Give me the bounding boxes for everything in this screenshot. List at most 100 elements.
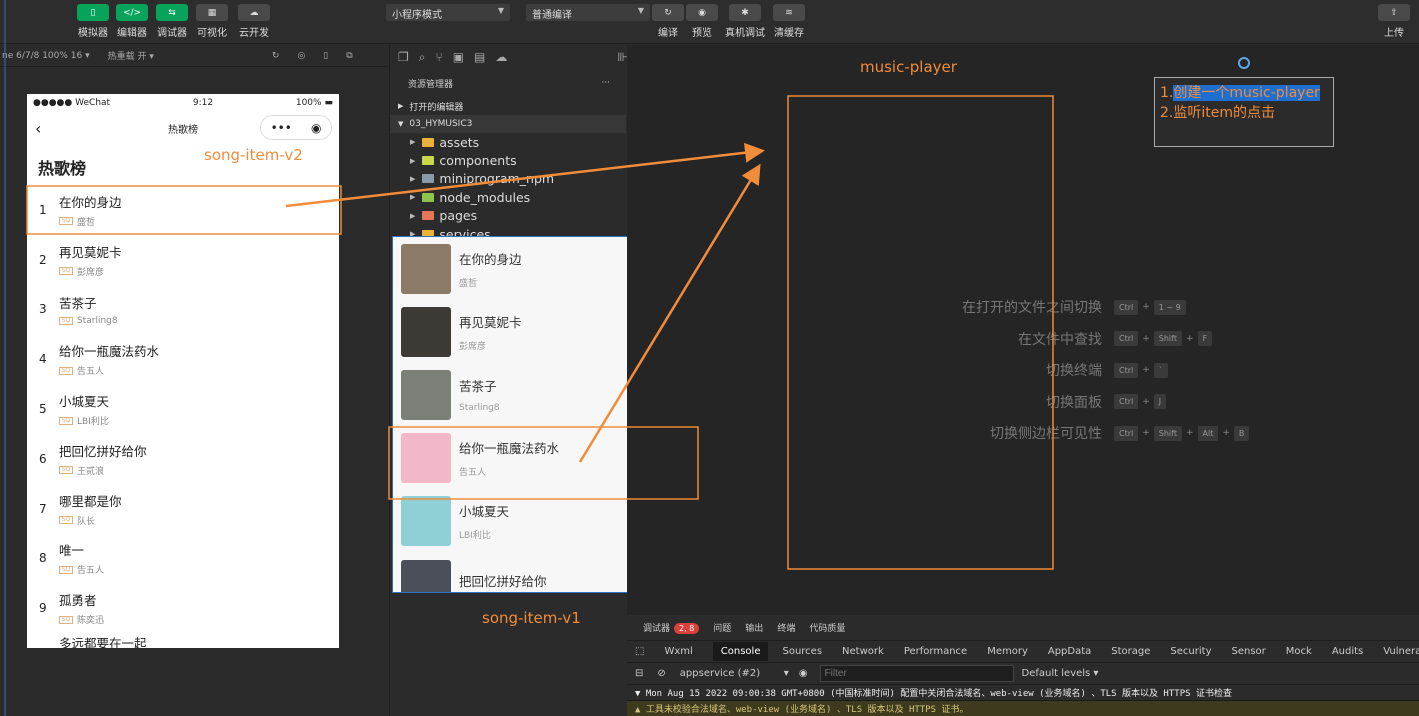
album-cover — [401, 306, 451, 357]
chevron-right-icon: ▶ — [410, 156, 416, 165]
clear-cache-button[interactable]: ≋ 清缓存 — [772, 4, 806, 39]
files-icon[interactable]: ❐ — [398, 50, 409, 64]
visual-toggle-button[interactable]: ▦ 可视化 — [195, 4, 229, 39]
block-icon[interactable]: ⊘ — [657, 668, 665, 679]
devtools-tab-sensor[interactable]: Sensor — [1232, 646, 1266, 657]
close-circle-icon[interactable]: ◉ — [311, 121, 321, 135]
rotate-icon[interactable]: ↻ — [272, 51, 280, 61]
tree-item-assets[interactable]: ▶ assets — [390, 133, 626, 151]
refresh-icon: ↻ — [652, 4, 684, 21]
tree-item-pages[interactable]: ▶ pages — [390, 207, 626, 225]
devtools-window: ▯ 模拟器 </> 编辑器 ⇆ 调试器 ▦ 可视化 ☁ 云开发 小程序模式 ▼ 普通编译 ▼ … — [0, 0, 1419, 716]
album-cover — [401, 369, 451, 420]
cloud-dev-button[interactable]: ☁ 云开发 — [237, 4, 271, 39]
search-icon[interactable]: ⌕ — [419, 50, 426, 65]
devtools-tab-vulnerability[interactable]: Vulnerability — [1383, 646, 1419, 657]
todo-note: 1.创建一个music-player 2.监听item的点击 — [1154, 77, 1334, 147]
devtools-tab-security[interactable]: Security — [1170, 646, 1211, 657]
devtools-tab-audits[interactable]: Audits — [1332, 646, 1363, 657]
debugger-toggle-button[interactable]: ⇆ 调试器 — [155, 4, 189, 39]
table-row[interactable]: 1 在你的身边 SQ 盛哲 — [27, 185, 339, 235]
compile-select[interactable]: 普通编译 ▼ — [526, 4, 650, 21]
sidebar-toggle-icon[interactable]: ⊟ — [635, 668, 643, 679]
devtools-tab-memory[interactable]: Memory — [987, 646, 1028, 657]
editor-toggle-button[interactable]: </> 编辑器 — [115, 4, 149, 39]
tab-output[interactable]: 输出 — [745, 621, 763, 634]
chevron-right-icon: ▶ — [410, 174, 416, 183]
folder-icon — [422, 137, 435, 147]
simulator-bar: ne 6/7/8 100% 16 ▾ 热重载 开 ▾ ↻ ◎ ▯ ⧉ — [0, 45, 388, 67]
folder-icon — [422, 156, 435, 166]
devtools-tab-storage[interactable]: Storage — [1111, 646, 1150, 657]
label-music-player: music-player — [860, 58, 957, 76]
tab-debugger[interactable]: 调试器 2, 8 — [643, 621, 700, 634]
chevron-right-icon: ▶ — [410, 193, 416, 202]
chevron-right-icon: ▶ — [410, 138, 416, 147]
inspect-icon[interactable]: ⬚ — [635, 646, 644, 657]
tree-item-components[interactable]: ▶ components — [390, 151, 626, 169]
tab-problems[interactable]: 问题 — [713, 621, 731, 634]
phone-icon[interactable]: ▯ — [323, 51, 328, 61]
cloud-icon[interactable]: ☁ — [495, 50, 507, 64]
context-select[interactable]: appservice (#2) — [680, 668, 784, 679]
devtools-tabs: ⬚ Wxml Console Sources Network Performance Me… — [627, 641, 1419, 663]
more-icon[interactable]: ··· — [601, 78, 610, 88]
sq-badge-icon: SQ — [59, 565, 73, 574]
table-row[interactable]: 3 苦茶子 SQ Starling8 — [27, 285, 339, 335]
table-row[interactable]: 6 把回忆拼好给你 SQ 王贰浪 — [27, 434, 339, 484]
mode-select[interactable]: 小程序模式 ▼ — [386, 4, 510, 21]
devtools-tab-mock[interactable]: Mock — [1286, 646, 1312, 657]
devtools-tab-sources[interactable]: Sources — [782, 646, 822, 657]
console-filter-input[interactable] — [819, 665, 1014, 682]
hot-reload-toggle[interactable]: 热重载 开 ▾ — [108, 49, 154, 62]
tab-code-quality[interactable]: 代码质量 — [809, 621, 845, 634]
open-editors-section[interactable]: ▶ 打开的编辑器 — [390, 97, 626, 115]
upload-button[interactable]: ⇪ 上传 — [1377, 4, 1411, 39]
devtools-tab-wxml[interactable]: Wxml — [664, 646, 692, 657]
panel-tabs: 调试器 2, 8 问题 输出 终端 代码质量 — [627, 615, 1419, 641]
tab-terminal[interactable]: 终端 — [777, 621, 795, 634]
tree-item-miniprogram_npm[interactable]: ▶ miniprogram_npm — [390, 170, 626, 188]
devtools-tab-performance[interactable]: Performance — [904, 646, 967, 657]
log-levels-select[interactable]: Default levels ▾ — [1022, 668, 1099, 679]
preview-button[interactable]: ◉ 预览 — [685, 4, 719, 39]
tree-item-node_modules[interactable]: ▶ node_modules — [390, 188, 626, 206]
label-song-item-v2: song-item-v2 — [204, 146, 303, 164]
table-row[interactable]: 8 唯一 SQ 告五人 — [27, 534, 339, 584]
table-row[interactable]: 5 小城夏天 SQ LBI利比 — [27, 384, 339, 434]
chevron-down-icon[interactable]: ▾ — [784, 668, 789, 679]
record-icon[interactable]: ◎ — [297, 51, 305, 61]
sq-badge-icon: SQ — [59, 466, 73, 475]
simulator-toggle-button[interactable]: ▯ 模拟器 — [76, 4, 110, 39]
chevron-right-icon: ▶ — [398, 102, 404, 110]
compile-button[interactable]: ↻ 编译 — [651, 4, 685, 39]
debug-icon: ⇆ — [156, 4, 188, 21]
list-item[interactable]: 多远都要在一起 — [27, 633, 339, 648]
table-row[interactable]: 4 给你一瓶魔法药水 SQ 告五人 — [27, 334, 339, 384]
console-filter-row: ⊟ ⊘ appservice (#2) ▾ ◉ Default levels ▾ — [627, 663, 1419, 685]
devtools-tab-network[interactable]: Network — [842, 646, 884, 657]
eye-icon: ◉ — [686, 4, 718, 21]
box-icon[interactable]: ▤ — [474, 50, 485, 64]
shortcut-hint: 切换终端 Ctrl + ` — [627, 360, 1419, 380]
album-cover — [401, 433, 451, 484]
table-row[interactable]: 7 哪里都是你 SQ 队长 — [27, 484, 339, 534]
table-row[interactable]: 9 孤勇者 SQ 陈奕迅 — [27, 583, 339, 633]
device-select[interactable]: ne 6/7/8 100% 16 ▾ — [2, 51, 90, 61]
bug-icon: ✱ — [729, 4, 761, 21]
cloud-icon: ☁ — [238, 4, 270, 21]
more-icon[interactable]: ••• — [271, 121, 292, 135]
eye-icon[interactable]: ◉ — [799, 668, 808, 679]
window-icon[interactable]: ⧉ — [346, 51, 352, 61]
remote-debug-button[interactable]: ✱ 真机调试 — [725, 4, 765, 39]
branch-icon[interactable]: ⑂ — [436, 50, 443, 64]
back-arrow-icon[interactable]: ‹ — [35, 119, 41, 138]
table-row[interactable]: 2 再见莫妮卡 SQ 彭席彦 — [27, 235, 339, 285]
project-section[interactable]: ▼ 03_HYMUSIC3 — [390, 115, 626, 133]
devtools-tab-console[interactable]: Console — [712, 642, 769, 661]
devtools-tab-appdata[interactable]: AppData — [1048, 646, 1091, 657]
top-toolbar: ▯ 模拟器 </> 编辑器 ⇆ 调试器 ▦ 可视化 ☁ 云开发 小程序模式 ▼ 普通编译 ▼ … — [0, 0, 1419, 44]
label-song-item-v1: song-item-v1 — [482, 609, 581, 627]
capsule-menu[interactable]: ••• ◉ — [260, 115, 332, 140]
extensions-icon[interactable]: ▣ — [453, 50, 464, 64]
